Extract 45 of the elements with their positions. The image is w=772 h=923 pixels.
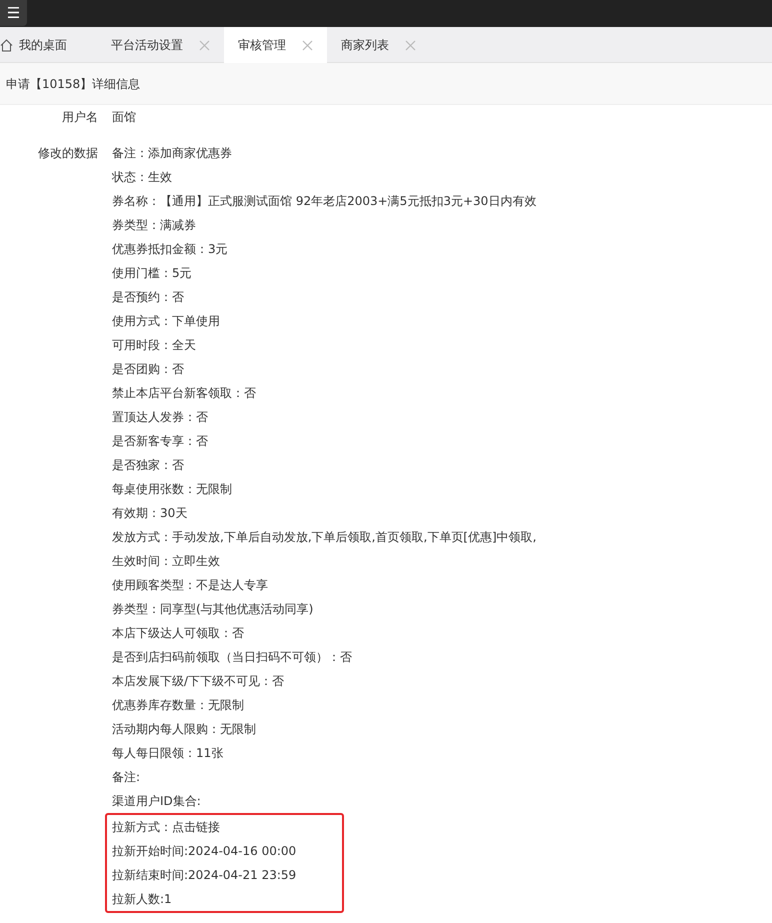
close-icon[interactable] bbox=[199, 40, 210, 50]
field-value: 备注：添加商家优惠券 bbox=[112, 145, 233, 162]
field-value: 使用门槛：5元 bbox=[112, 265, 193, 282]
tab[interactable]: 商家列表 bbox=[327, 27, 430, 63]
close-icon[interactable] bbox=[302, 40, 313, 50]
field-value: 活动期内每人限购：无限制 bbox=[112, 721, 257, 738]
field-value: 优惠券库存数量：无限制 bbox=[112, 697, 245, 714]
tab[interactable]: 我的桌面 bbox=[0, 27, 97, 63]
field-value: 券类型：同享型(与其他优惠活动同享) bbox=[112, 601, 314, 618]
field-value: 本店下级达人可领取：否 bbox=[112, 625, 245, 642]
field-value: 优惠券抵扣金额：3元 bbox=[112, 241, 229, 258]
field-label: 修改的数据 bbox=[37, 145, 99, 162]
page-title: 申请【10158】详细信息 bbox=[6, 76, 140, 92]
field-value: 本店发展下级/下下级不可见：否 bbox=[112, 673, 286, 690]
field-value: 状态：生效 bbox=[112, 169, 173, 186]
field-value: 每桌使用张数：无限制 bbox=[112, 481, 233, 498]
field-value: 拉新开始时间:2024-04-16 00:00 bbox=[112, 843, 298, 860]
field-value: 券类型：满减券 bbox=[112, 217, 197, 234]
menu-button[interactable]: ☰ bbox=[0, 0, 27, 26]
field-value: 发放方式：手动发放,下单后自动发放,下单后领取,首页领取,下单页[优惠]中领取, bbox=[112, 529, 536, 546]
field-value: 使用顾客类型：不是达人专享 bbox=[112, 577, 269, 594]
field-value: 有效期：30天 bbox=[112, 505, 188, 522]
field-label: 用户名 bbox=[61, 109, 99, 126]
field-value: 拉新方式：点击链接 bbox=[112, 819, 221, 836]
field-value: 渠道用户ID集合: bbox=[112, 793, 202, 810]
field-value: 生效时间：立即生效 bbox=[112, 553, 221, 570]
home-icon bbox=[0, 38, 13, 52]
field-value: 是否新客专享：否 bbox=[112, 433, 209, 450]
field-value: 可用时段：全天 bbox=[112, 337, 197, 354]
field-value: 使用方式：下单使用 bbox=[112, 313, 221, 330]
field-value: 拉新人数:1 bbox=[112, 891, 173, 908]
field-value: 禁止本店平台新客领取：否 bbox=[112, 385, 257, 402]
field-value: 券名称：【通用】正式服测试面馆 92年老店2003+满5元抵扣3元+30日内有效 bbox=[112, 193, 536, 210]
field-value: 置顶达人发券：否 bbox=[112, 409, 209, 426]
tab[interactable]: 平台活动设置 bbox=[97, 27, 224, 63]
field-value: 面馆 bbox=[112, 109, 136, 126]
close-icon[interactable] bbox=[405, 40, 416, 50]
tab[interactable]: 审核管理 bbox=[224, 27, 327, 63]
field-value: 是否团购：否 bbox=[112, 361, 185, 378]
field-value: 是否预约：否 bbox=[112, 289, 185, 306]
field-value: 拉新结束时间:2024-04-21 23:59 bbox=[112, 867, 298, 884]
field-value: 是否到店扫码前领取（当日扫码不可领）：否 bbox=[112, 649, 353, 666]
field-value: 每人每日限领：11张 bbox=[112, 745, 224, 762]
field-value: 是否独家：否 bbox=[112, 457, 185, 474]
field-value: 备注: bbox=[112, 769, 142, 786]
